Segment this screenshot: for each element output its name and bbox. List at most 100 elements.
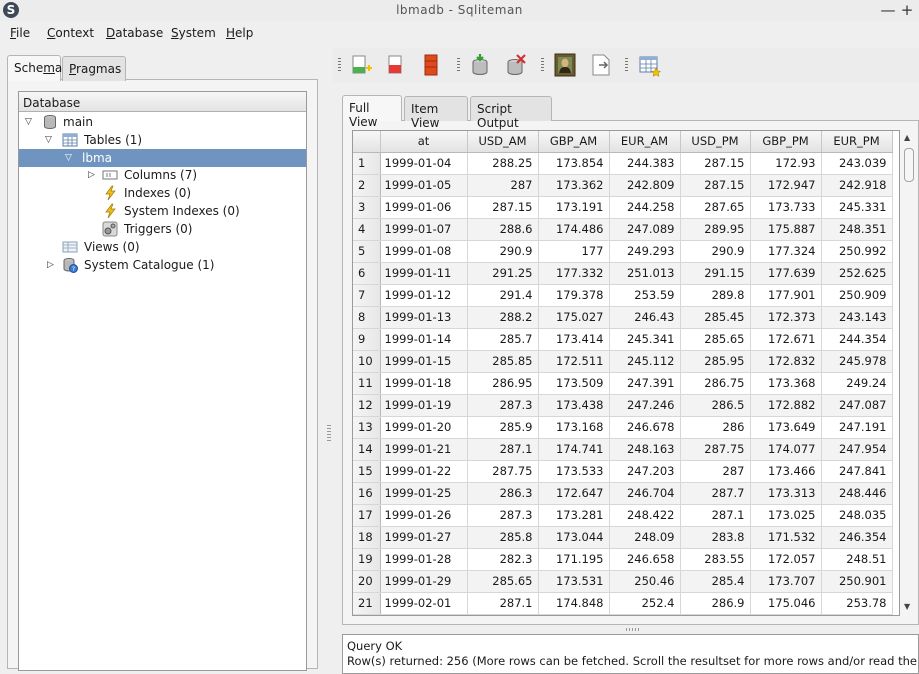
tree-item-system-catalogue[interactable]: ▷ ? System Catalogue (1) — [19, 256, 306, 274]
table-row[interactable]: 5 1999-01-08 290.9 177 249.293 290.9 177.324 25… — [353, 240, 893, 263]
table-cell[interactable]: 245.978 — [821, 350, 893, 373]
table-cell[interactable]: 287.3 — [467, 394, 539, 417]
table-cell[interactable]: 245.331 — [821, 196, 893, 219]
table-cell[interactable]: 249.24 — [821, 372, 893, 395]
row-number[interactable]: 16 — [353, 482, 381, 505]
table-cell[interactable]: 253.59 — [609, 284, 681, 307]
table-cell[interactable]: 286.9 — [680, 592, 751, 615]
expand-arrow-icon[interactable]: ▷ — [88, 170, 98, 180]
table-cell[interactable]: 247.391 — [609, 372, 681, 395]
table-row[interactable]: 17 1999-01-26 287.3 173.281 248.422 287.1 173.… — [353, 504, 893, 527]
row-number[interactable]: 11 — [353, 372, 381, 395]
table-row[interactable]: 2 1999-01-05 287 173.362 242.809 287.15 172.94… — [353, 174, 893, 197]
table-cell[interactable]: 1999-01-29 — [380, 570, 468, 593]
table-cell[interactable]: 285.65 — [680, 328, 751, 351]
table-row[interactable]: 11 1999-01-18 286.95 173.509 247.391 286.75 17… — [353, 372, 893, 395]
table-cell[interactable]: 289.8 — [680, 284, 751, 307]
table-cell[interactable]: 289.95 — [680, 218, 751, 241]
table-cell[interactable]: 247.246 — [609, 394, 681, 417]
table-cell[interactable]: 247.203 — [609, 460, 681, 483]
maximize-button[interactable]: + — [899, 1, 915, 19]
table-cell[interactable]: 1999-01-04 — [380, 152, 468, 175]
table-cell[interactable]: 283.55 — [680, 548, 751, 571]
table-cell[interactable]: 287.15 — [680, 174, 751, 197]
table-cell[interactable]: 172.671 — [750, 328, 822, 351]
table-cell[interactable]: 247.841 — [821, 460, 893, 483]
table-cell[interactable]: 173.362 — [538, 174, 610, 197]
open-database-icon[interactable] — [383, 53, 407, 77]
table-cell[interactable]: 244.383 — [609, 152, 681, 175]
table-cell[interactable]: 286 — [680, 416, 751, 439]
corner-header[interactable] — [353, 131, 381, 153]
table-cell[interactable]: 285.4 — [680, 570, 751, 593]
row-number[interactable]: 13 — [353, 416, 381, 439]
table-cell[interactable]: 252.4 — [609, 592, 681, 615]
collapse-arrow-icon[interactable]: ▽ — [25, 117, 35, 127]
table-cell[interactable]: 172.882 — [750, 394, 822, 417]
table-cell[interactable]: 287.15 — [467, 196, 539, 219]
tab-item-view[interactable]: Item View — [404, 96, 468, 130]
row-number[interactable]: 18 — [353, 526, 381, 549]
table-cell[interactable]: 1999-01-05 — [380, 174, 468, 197]
table-cell[interactable]: 177.324 — [750, 240, 822, 263]
tab-full-view[interactable]: Full View — [342, 95, 402, 129]
table-cell[interactable]: 174.741 — [538, 438, 610, 461]
tab-pragmas[interactable]: Pragmas — [62, 56, 126, 81]
table-cell[interactable]: 243.143 — [821, 306, 893, 329]
table-cell[interactable]: 288.25 — [467, 152, 539, 175]
table-row[interactable]: 4 1999-01-07 288.6 174.486 247.089 289.95 175.… — [353, 218, 893, 241]
table-row[interactable]: 19 1999-01-28 282.3 171.195 246.658 283.55 172… — [353, 548, 893, 571]
table-cell[interactable]: 285.9 — [467, 416, 539, 439]
table-cell[interactable]: 173.509 — [538, 372, 610, 395]
table-cell[interactable]: 1999-01-19 — [380, 394, 468, 417]
tree-item-main[interactable]: ▽ main — [19, 113, 306, 131]
column-header[interactable]: EUR_AM — [609, 131, 681, 153]
table-cell[interactable]: 286.75 — [680, 372, 751, 395]
row-number[interactable]: 10 — [353, 350, 381, 373]
table-cell[interactable]: 173.733 — [750, 196, 822, 219]
panel-splitter[interactable] — [327, 425, 331, 441]
table-cell[interactable]: 173.854 — [538, 152, 610, 175]
table-row[interactable]: 6 1999-01-11 291.25 177.332 251.013 291.15 177… — [353, 262, 893, 285]
row-number[interactable]: 4 — [353, 218, 381, 241]
table-cell[interactable]: 1999-01-15 — [380, 350, 468, 373]
table-cell[interactable]: 287 — [680, 460, 751, 483]
table-cell[interactable]: 291.4 — [467, 284, 539, 307]
schema-browser-icon[interactable] — [638, 53, 662, 77]
row-number[interactable]: 20 — [353, 570, 381, 593]
table-cell[interactable]: 287.75 — [467, 460, 539, 483]
table-cell[interactable]: 173.044 — [538, 526, 610, 549]
table-cell[interactable]: 285.7 — [467, 328, 539, 351]
table-cell[interactable]: 172.647 — [538, 482, 610, 505]
row-number[interactable]: 19 — [353, 548, 381, 571]
table-cell[interactable]: 253.78 — [821, 592, 893, 615]
schema-tree[interactable]: Database ▽ main ▽ Tables (1) ▽ lbma ▷ Co… — [18, 91, 307, 671]
row-number[interactable]: 21 — [353, 592, 381, 615]
table-cell[interactable]: 286.3 — [467, 482, 539, 505]
table-cell[interactable]: 288.6 — [467, 218, 539, 241]
table-cell[interactable]: 175.887 — [750, 218, 822, 241]
table-cell[interactable]: 172.947 — [750, 174, 822, 197]
row-number[interactable]: 7 — [353, 284, 381, 307]
table-cell[interactable]: 250.901 — [821, 570, 893, 593]
output-splitter[interactable] — [626, 628, 640, 631]
scroll-down-icon[interactable]: ▼ — [904, 602, 910, 611]
table-cell[interactable]: 1999-01-22 — [380, 460, 468, 483]
table-cell[interactable]: 250.46 — [609, 570, 681, 593]
table-cell[interactable]: 171.195 — [538, 548, 610, 571]
table-cell[interactable]: 1999-01-28 — [380, 548, 468, 571]
table-cell[interactable]: 1999-01-07 — [380, 218, 468, 241]
menu-file[interactable]: File — [10, 26, 30, 40]
table-cell[interactable]: 282.3 — [467, 548, 539, 571]
table-cell[interactable]: 1999-01-25 — [380, 482, 468, 505]
menu-database[interactable]: Database — [106, 26, 163, 40]
table-cell[interactable]: 173.438 — [538, 394, 610, 417]
table-row[interactable]: 14 1999-01-21 287.1 174.741 248.163 287.75 174… — [353, 438, 893, 461]
table-cell[interactable]: 1999-02-01 — [380, 592, 468, 615]
table-cell[interactable]: 248.09 — [609, 526, 681, 549]
table-row[interactable]: 8 1999-01-13 288.2 175.027 246.43 285.45 172.3… — [353, 306, 893, 329]
table-cell[interactable]: 287.15 — [680, 152, 751, 175]
table-cell[interactable]: 172.511 — [538, 350, 610, 373]
table-cell[interactable]: 172.832 — [750, 350, 822, 373]
table-cell[interactable]: 287.1 — [467, 438, 539, 461]
